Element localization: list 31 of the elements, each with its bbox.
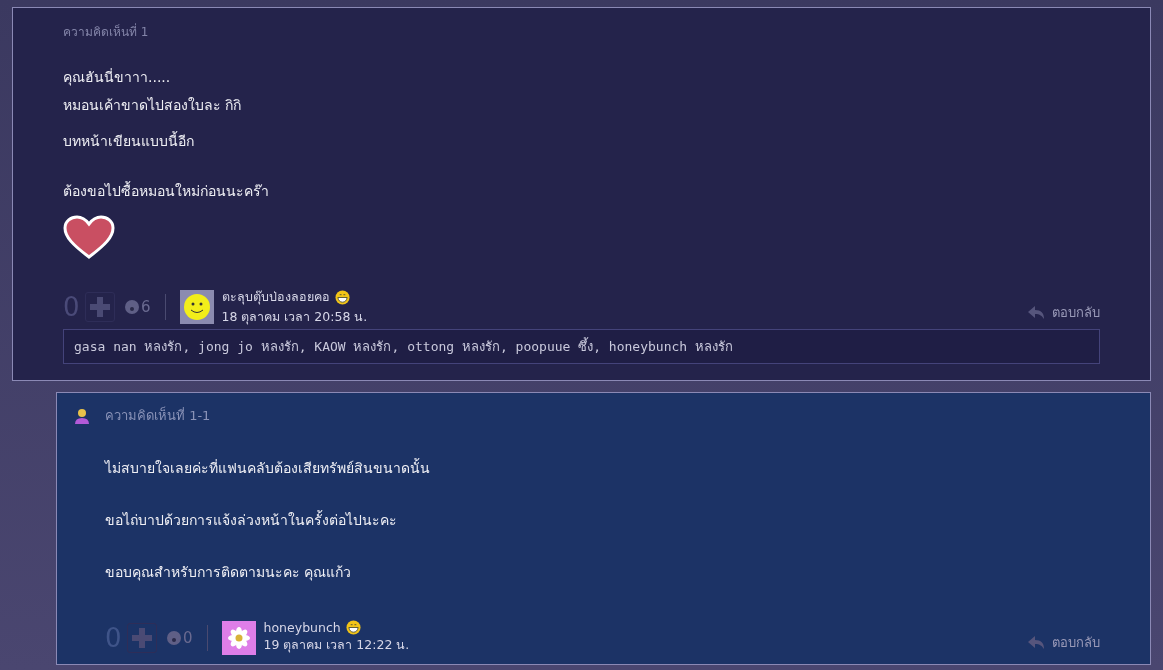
comment-text: ขอบคุณสำหรับการติดตามนะคะ คุณแก้ว	[105, 563, 353, 582]
comment-text: บทหน้าเขียนแบบนี้อีก	[63, 131, 195, 151]
comment-text: หมอนเค้าขาดไปสองใบละ กิกิ	[63, 96, 243, 115]
user-avatar[interactable]	[179, 290, 214, 324]
reactions-list: gasa nan หลงรัก, jong jo หลงรัก, KAOW หลงรัก, ottong หลงรัก, poopuue ซึ้ง, honeybunch หลงรัก	[63, 329, 1100, 364]
person-icon	[73, 407, 91, 424]
plus-icon	[132, 627, 152, 648]
emotion-face-icon	[167, 630, 181, 645]
comment-number: ความคิดเห็นที่ 1-1	[105, 405, 211, 425]
comment-text: ต้องขอไปซื้อหมอนใหม่ก่อนนะคร๊า	[63, 181, 270, 201]
comment-date: 19 ตุลาคม เวลา 12:22 น.	[263, 636, 410, 655]
reply-arrow-icon	[1028, 305, 1044, 319]
comment-text: คุณฮันนี่ขาาา.....	[63, 67, 172, 87]
emotion-count: 0	[183, 628, 193, 647]
smiley-avatar-icon	[182, 293, 211, 321]
plus-icon	[90, 297, 110, 317]
heart-sticker-icon	[63, 215, 115, 259]
emotion-count: 6	[141, 298, 151, 316]
emotion-face-icon	[125, 300, 139, 314]
comment-number: ความคิดเห็นที่ 1	[63, 22, 149, 41]
grin-emoji-icon	[334, 289, 350, 305]
comment-text: ไม่สบายใจเลยค่ะที่แฟนคลับต้องเสียทรัพย์สินขนาดนั้น	[105, 458, 431, 478]
reply-button[interactable]: ตอบกลับ	[1028, 301, 1100, 323]
grin-emoji-icon	[345, 620, 361, 635]
author-name[interactable]: ตะลุบตุ๊บป่องลอยคอ	[221, 287, 330, 307]
user-avatar[interactable]	[221, 620, 256, 655]
comment-text: ขอไถ่บาปด้วยการแจ้งล่วงหน้าในครั้งต่อไปนะคะ	[105, 510, 398, 530]
reply-button[interactable]: ตอบกลับ	[1028, 632, 1100, 653]
comment-date: 18 ตุลาคม เวลา 20:58 น.	[221, 308, 368, 327]
reply-arrow-icon	[1028, 636, 1044, 649]
author-name[interactable]: honeybunch	[263, 620, 341, 635]
